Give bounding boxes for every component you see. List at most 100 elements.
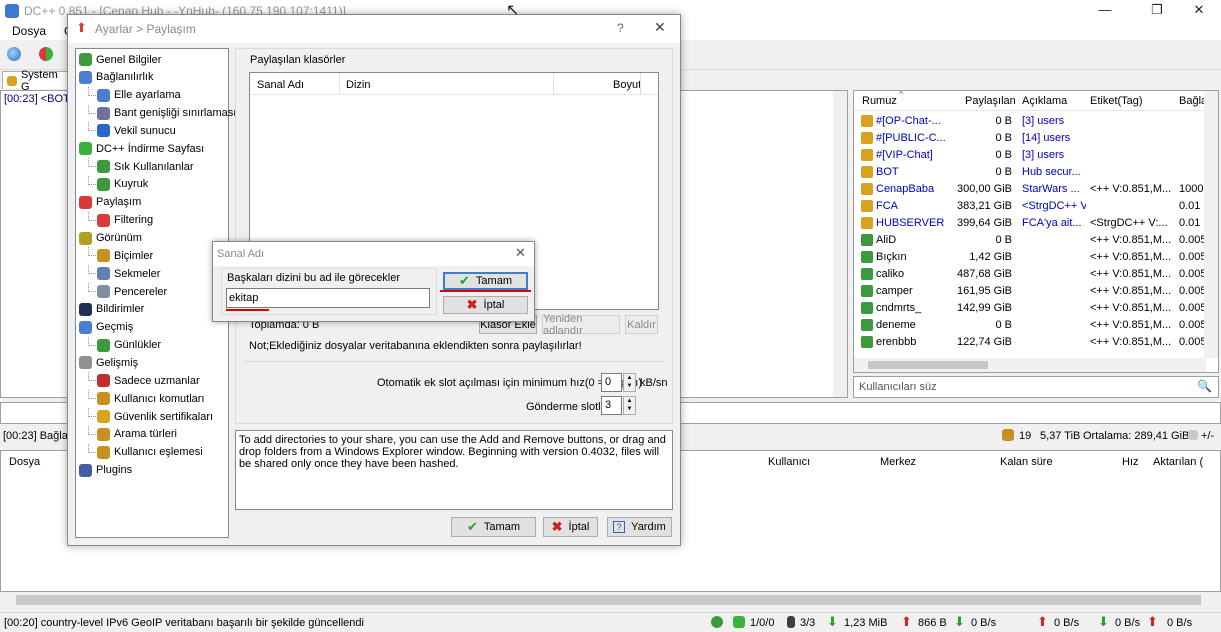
col-aciklama[interactable]: Açıklama <box>1022 95 1067 107</box>
settings-help-button-bottom[interactable]: ? Yardım <box>607 517 672 537</box>
tree-node[interactable]: Günlükler <box>88 336 161 354</box>
tree-node-label: Sık Kullanılanlar <box>114 160 194 173</box>
virtual-name-close-button[interactable]: ✕ <box>515 245 526 261</box>
virtual-name-cancel-button[interactable]: ✖ İptal <box>443 296 528 314</box>
tree-node[interactable]: Plugins <box>79 462 132 479</box>
settings-help-button[interactable]: ? <box>617 21 624 35</box>
tree-node[interactable]: Güvenlik sertifikaları <box>88 408 214 425</box>
settings-help-label: Yardım <box>631 521 666 533</box>
auto-slot-input[interactable]: 0 <box>601 373 622 392</box>
user-row[interactable]: #[OP-Chat-... 0 B [3] users <box>854 113 1218 130</box>
col-sanal-adi[interactable]: Sanal Adı <box>257 79 304 91</box>
tree-node[interactable]: Kullanıcı komutları <box>88 390 204 407</box>
hub-tab[interactable]: System G <box>0 69 70 93</box>
upload-slots-input[interactable]: 3 <box>601 396 622 415</box>
toggle-userlist-icon[interactable] <box>1188 430 1198 440</box>
user-row[interactable]: cndmrts_ 142,99 GiB <++ V:0.851,M... 0.005 <box>854 300 1218 317</box>
tree-node-icon <box>79 320 92 334</box>
tree-node[interactable]: Bağlanılırlık <box>79 69 153 86</box>
close-window-button[interactable]: ✕ <box>1176 2 1221 20</box>
help-icon: ? <box>613 521 626 533</box>
tree-node[interactable]: Gelişmiş <box>79 354 138 371</box>
tree-node[interactable]: Pencereler <box>88 283 167 300</box>
tree-node[interactable]: Sadece uzmanlar <box>88 372 200 389</box>
user-list[interactable]: Rumuz ^ Paylaşılan Açıklama Etiket(Tag) … <box>853 90 1219 373</box>
user-row[interactable]: Bıçkın 1,42 GiB <++ V:0.851,M... 0.005 <box>854 249 1218 266</box>
col-boyut[interactable]: Boyut <box>613 79 641 91</box>
user-list-hscroll[interactable] <box>854 358 1206 372</box>
globe-icon[interactable] <box>7 47 21 61</box>
user-filter-input[interactable]: Kullanıcıları süz 🔍 <box>853 376 1219 398</box>
tree-node[interactable]: Sekmeler <box>88 265 160 282</box>
col-aktarilan[interactable]: Aktarılan ( <box>1153 456 1203 468</box>
user-row[interactable]: BOT 0 B Hub secur... <box>854 164 1218 181</box>
transfer-hscroll[interactable] <box>0 592 1221 608</box>
virtual-name-ok-button[interactable]: ✔ Tamam <box>443 272 528 290</box>
tree-node[interactable]: Paylaşım <box>79 194 141 211</box>
user-conn: 0.005 <box>1179 234 1205 246</box>
settings-cancel-button[interactable]: ✖ İptal <box>543 517 598 537</box>
tree-node[interactable]: Bant genişliği sınırlaması <box>88 104 237 122</box>
col-hiz[interactable]: Hız <box>1122 456 1139 468</box>
tree-node[interactable]: Biçimler <box>88 247 153 264</box>
rename-button[interactable]: Yeniden adlandır <box>542 313 620 337</box>
remove-button[interactable]: Kaldır <box>625 315 658 334</box>
user-row[interactable]: FCA383,21 GiB<StrgDC++ V:...0.01 <box>854 198 1218 215</box>
col-bagla[interactable]: Bağla <box>1179 95 1207 107</box>
tree-node[interactable]: Filtering <box>88 211 153 229</box>
col-etiket[interactable]: Etiket(Tag) <box>1090 95 1143 107</box>
user-row[interactable]: AliD 0 B <++ V:0.851,M... 0.005 <box>854 232 1218 249</box>
tree-node-label: Bant genişliği sınırlaması <box>114 107 237 120</box>
user-row[interactable]: caliko 487,68 GiB <++ V:0.851,M... 0.005 <box>854 266 1218 283</box>
restore-button[interactable]: ❐ <box>1134 2 1180 20</box>
virtual-name-input[interactable]: ekitap <box>226 288 430 308</box>
tree-node-icon <box>97 427 110 441</box>
tree-node[interactable]: Sık Kullanılanlar <box>88 158 194 175</box>
tree-node[interactable]: Elle ayarlama <box>88 86 181 104</box>
col-kullanici[interactable]: Kullanıcı <box>768 456 810 468</box>
hub-user-count: 19 <box>1019 430 1032 442</box>
minimize-button[interactable]: — <box>1082 2 1128 20</box>
chat-scrollbar[interactable] <box>833 91 847 397</box>
user-row[interactable]: HUBSERVER 399,64 GiB FCA'ya ait... <StrgDC+… <box>854 215 1218 232</box>
user-row[interactable]: CenapBaba 300,00 GiB StarWars ... <++ V:0.8… <box>854 181 1218 198</box>
user-list-vscroll[interactable] <box>1204 91 1218 358</box>
tree-node[interactable]: Genel Bilgiler <box>79 51 161 68</box>
col-kalan-sure[interactable]: Kalan süre <box>1000 456 1053 468</box>
col-dizin[interactable]: Dizin <box>346 79 370 91</box>
col-paylasilan[interactable]: Paylaşılan <box>965 95 1016 107</box>
settings-ok-button[interactable]: ✔ Tamam <box>451 517 536 537</box>
user-conn: 0.005 <box>1179 285 1205 297</box>
user-tag: <++ V:0.851,M... <box>1090 268 1172 280</box>
tree-node-label: Güvenlik sertifikaları <box>114 410 214 423</box>
upload-slots-spinner[interactable]: ▲ ▼ <box>623 396 636 415</box>
col-dosya[interactable]: Dosya <box>9 456 40 468</box>
tree-node[interactable]: Görünüm <box>79 230 142 247</box>
settings-tree[interactable]: Genel Bilgiler Bağlanılırlık Elle ayarlama… <box>75 48 236 538</box>
tree-node[interactable]: Kullanıcı eşlemesi <box>88 443 203 461</box>
col-merkez[interactable]: Merkez <box>880 456 916 468</box>
user-icon <box>861 217 873 229</box>
auto-slot-spinner[interactable]: ▲ ▼ <box>623 373 636 392</box>
tree-node[interactable]: DC++ İndirme Sayfası <box>79 140 204 157</box>
tree-node[interactable]: Arama türleri <box>88 425 177 443</box>
menu-dosya[interactable]: Dosya <box>12 24 46 38</box>
tree-node-icon <box>97 374 110 388</box>
tree-node[interactable]: Bildirimler <box>79 301 144 318</box>
tree-node-label: Kuyruk <box>114 178 149 191</box>
user-row[interactable]: #[VIP-Chat] 0 B [3] users <box>854 147 1218 164</box>
tree-node[interactable]: Vekil sunucu <box>88 122 176 139</box>
down-rate-icon: ⬇ <box>954 614 965 629</box>
tree-node[interactable]: Geçmiş <box>79 319 133 336</box>
reconnect-icon[interactable] <box>39 47 53 61</box>
col-rumuz[interactable]: Rumuz <box>862 95 897 107</box>
tree-node[interactable]: Kuyruk <box>88 175 149 193</box>
settings-close-button[interactable]: ✕ <box>654 19 666 36</box>
user-row[interactable]: erenbbb 122,74 GiB <++ V:0.851,M... 0.005 <box>854 334 1218 351</box>
user-row[interactable]: camper 161,95 GiB <++ V:0.851,M... 0.005 <box>854 283 1218 300</box>
toggle-userlist-label[interactable]: +/- <box>1201 430 1214 442</box>
user-row[interactable]: deneme 0 B <++ V:0.851,M... 0.005 <box>854 317 1218 334</box>
tree-node-label: Bağlanılırlık <box>96 71 154 84</box>
tree-node-icon <box>79 70 92 84</box>
user-row[interactable]: #[PUBLIC-C... 0 B [14] users <box>854 130 1218 147</box>
